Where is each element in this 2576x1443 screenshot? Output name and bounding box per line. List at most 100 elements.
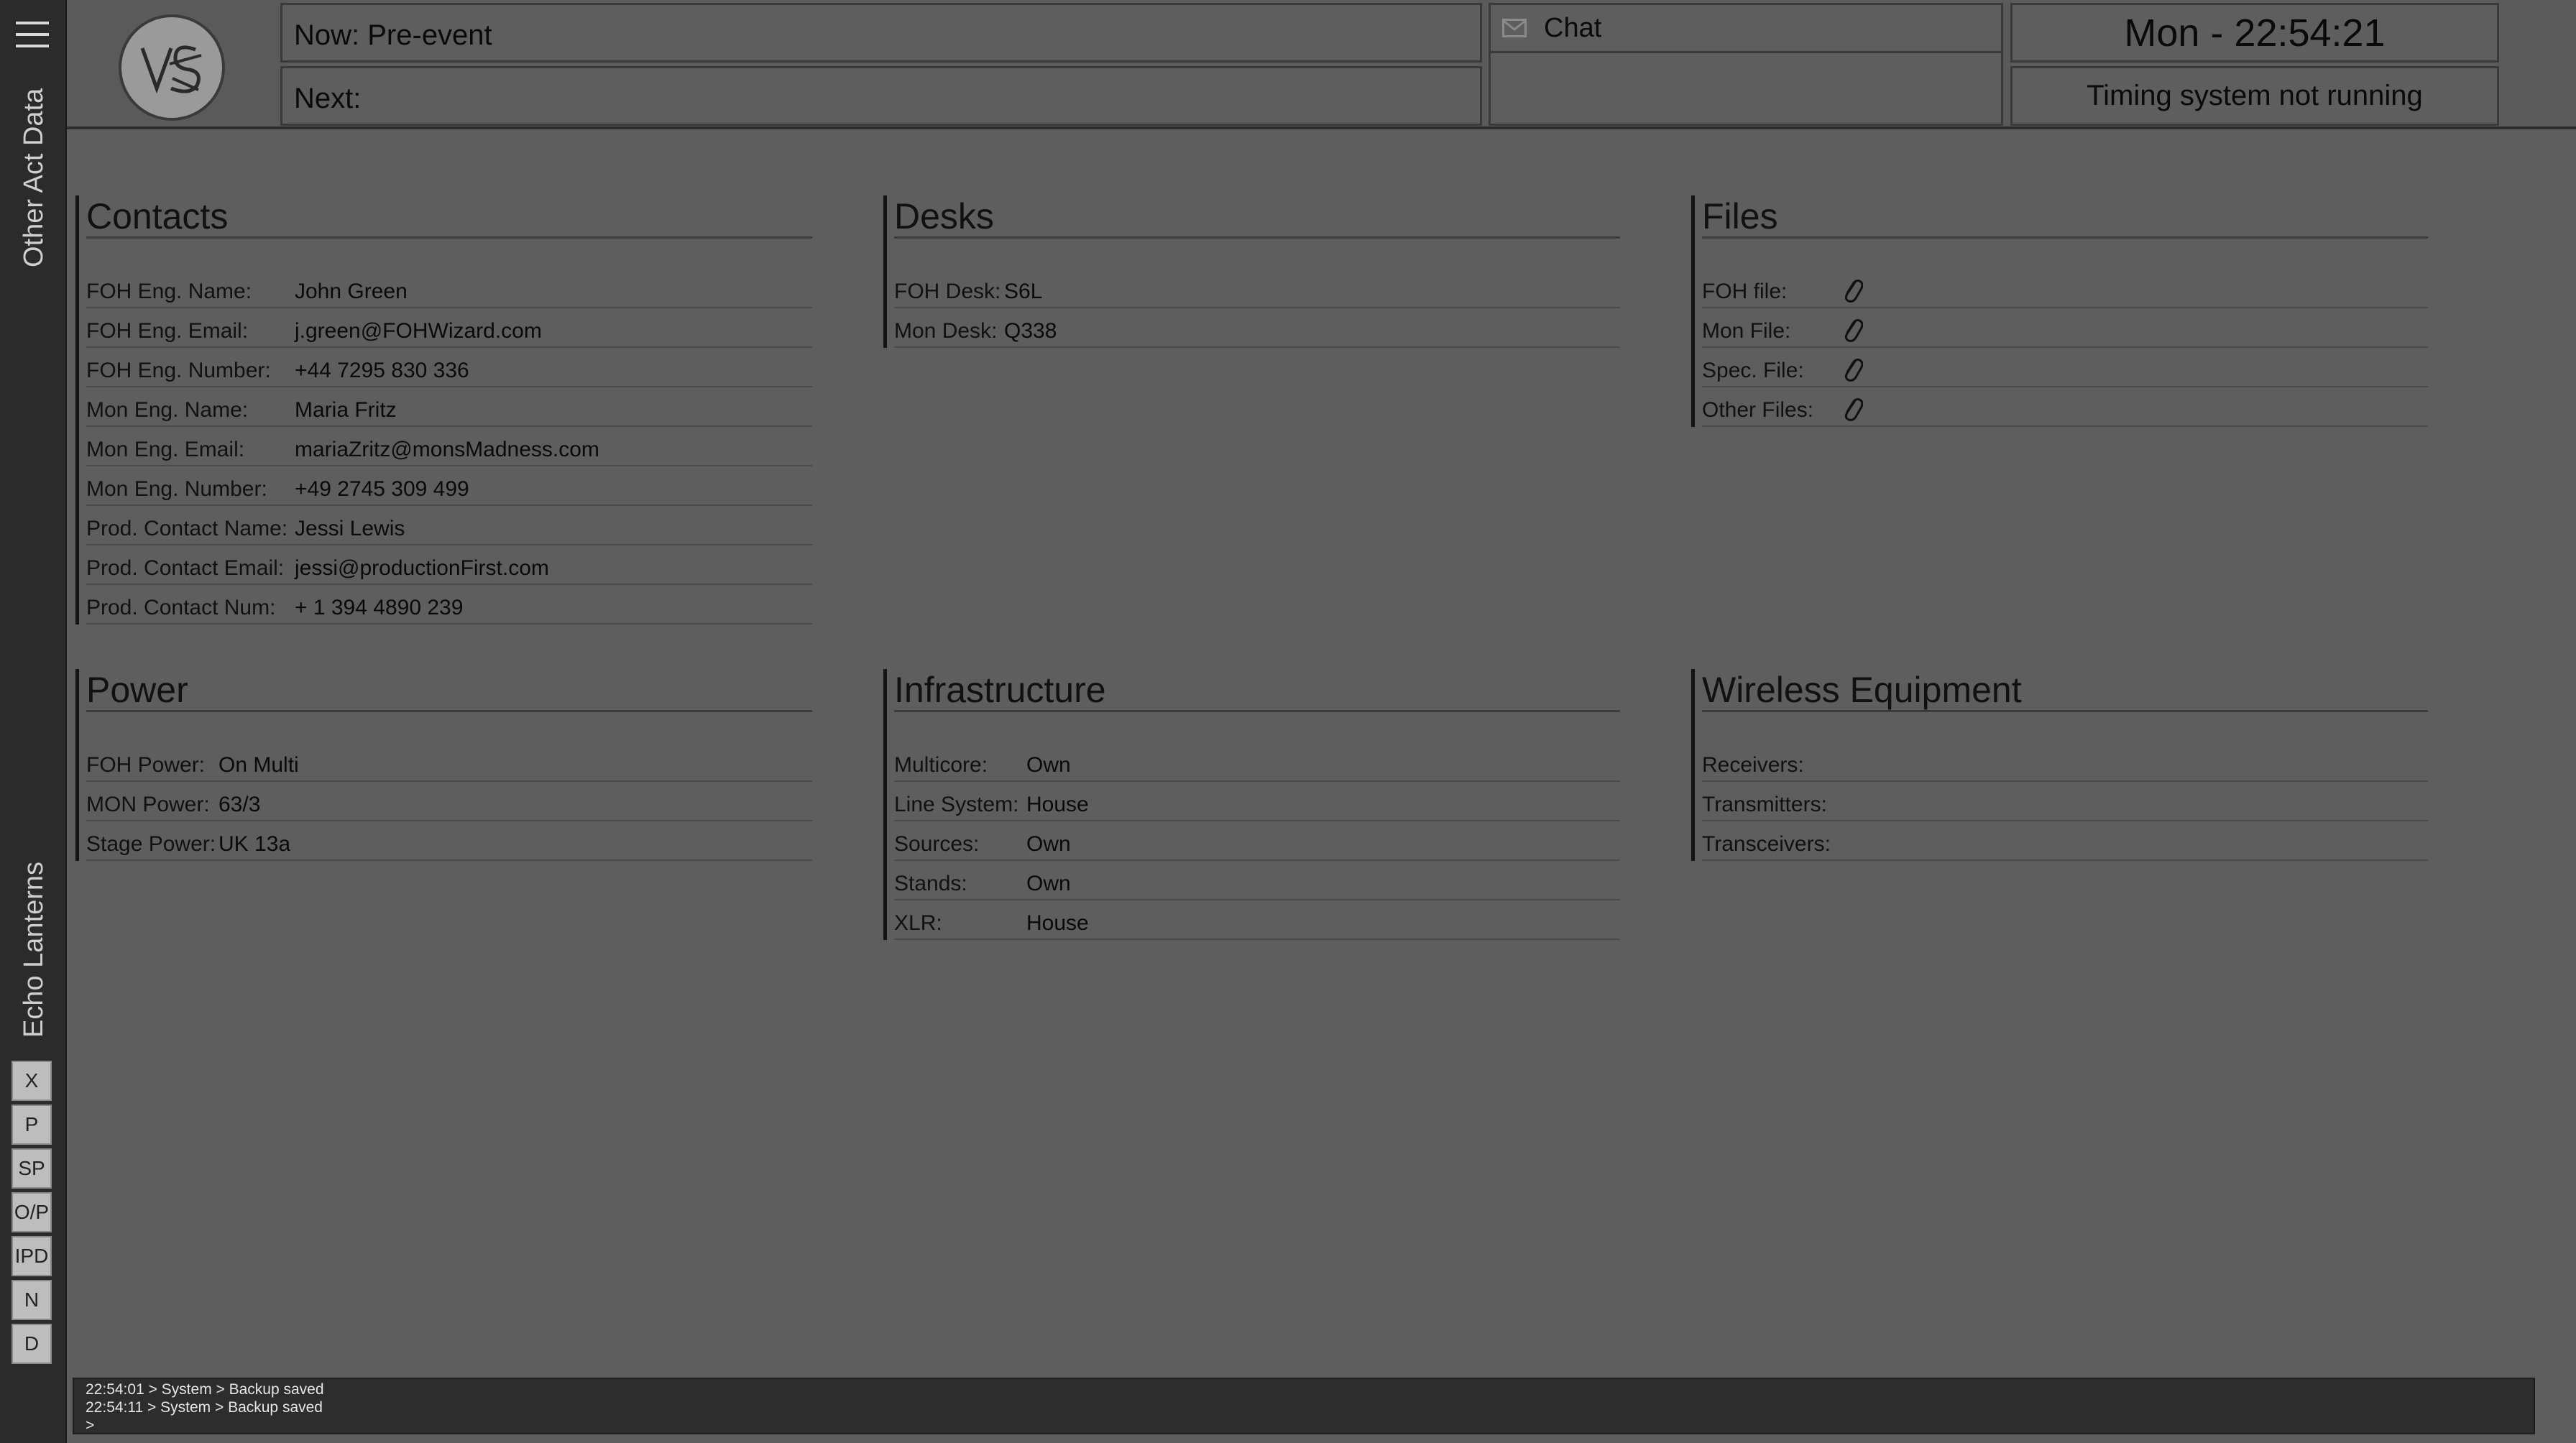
now-field: Now: Pre-event [280,3,1482,63]
sidebar-button-x[interactable]: X [12,1061,52,1101]
infrastructure-label: XLR: [894,911,942,935]
infrastructure-row: Multicore: Own [894,742,1620,782]
power-value[interactable]: 63/3 [218,793,260,817]
contact-value[interactable]: j.green@FOHWizard.com [295,319,542,344]
wireless-label: Transmitters: [1702,793,1827,816]
power-value[interactable]: UK 13a [218,832,290,857]
sidebar-button-op[interactable]: O/P [12,1192,52,1232]
contact-value[interactable]: jessi@productionFirst.com [295,556,549,581]
desk-row: FOH Desk: S6L [894,269,1620,308]
contact-row: Prod. Contact Name: Jessi Lewis [86,506,812,545]
contact-label: Prod. Contact Email: [86,556,285,580]
hamburger-icon[interactable] [16,22,49,49]
contact-row: Prod. Contact Email: jessi@productionFirs… [86,545,812,585]
contact-row: FOH Eng. Email: j.green@FOHWizard.com [86,308,812,348]
wireless-row: Transceivers: [1702,821,2428,861]
contact-row: FOH Eng. Name: John Green [86,269,812,308]
contact-row: Prod. Contact Num: + 1 394 4890 239 [86,585,812,624]
infrastructure-label: Stands: [894,872,967,895]
envelope-icon [1502,19,1527,37]
chat-header[interactable]: Chat [1491,5,2001,53]
console-log[interactable]: 22:54:01 > System > Backup saved 22:54:1… [73,1378,2535,1434]
contact-row: Mon Eng. Email: mariaZritz@monsMadness.co… [86,427,812,466]
console-prompt[interactable]: > [86,1416,2534,1434]
wireless-title: Wireless Equipment [1702,669,2428,712]
infrastructure-value[interactable]: Own [1026,753,1071,778]
paperclip-icon[interactable] [1841,315,1863,344]
power-title: Power [86,669,812,712]
file-label: FOH file: [1702,280,1788,303]
contact-value[interactable]: +49 2745 309 499 [295,477,469,502]
file-row: Other Files: [1702,387,2428,427]
app-window: Other Act Data Echo Lanterns X P SP O/P … [0,0,2576,1443]
infrastructure-row: XLR: House [894,900,1620,940]
wireless-row: Receivers: [1702,742,2428,782]
chat-label: Chat [1544,12,1602,43]
contact-label: Mon Eng. Number: [86,477,267,501]
next-field: Next: [280,66,1482,126]
sidebar: Other Act Data Echo Lanterns X P SP O/P … [0,0,67,1443]
contact-label: Mon Eng. Name: [86,398,249,422]
power-value[interactable]: On Multi [218,753,299,778]
desk-value[interactable]: S6L [1004,280,1042,304]
contact-label: FOH Eng. Name: [86,280,252,303]
files-title: Files [1702,195,2428,239]
paperclip-icon[interactable] [1841,354,1863,383]
console-line: 22:54:11 > System > Backup saved [86,1399,323,1416]
sidebar-button-ipd[interactable]: IPD [12,1236,52,1276]
infrastructure-value[interactable]: House [1026,911,1089,936]
contact-value[interactable]: John Green [295,280,408,304]
paperclip-icon[interactable] [1841,394,1863,423]
file-label: Other Files: [1702,398,1814,422]
contact-value[interactable]: Maria Fritz [295,398,397,423]
contacts-section: Contacts FOH Eng. Name: John Green FOH En… [75,195,812,624]
file-label: Mon File: [1702,319,1791,343]
wireless-row: Transmitters: [1702,782,2428,821]
desk-label: Mon Desk: [894,319,998,343]
contact-label: Mon Eng. Email: [86,438,245,461]
infrastructure-row: Stands: Own [894,861,1620,900]
console-line: 22:54:01 > System > Backup saved [86,1381,324,1398]
contact-value[interactable]: mariaZritz@monsMadness.com [295,438,599,462]
wireless-label: Receivers: [1702,753,1804,777]
sidebar-button-sp[interactable]: SP [12,1148,52,1189]
timing-status: Timing system not running [2010,66,2499,126]
files-section: Files FOH file: Mon File: Spec. File: Ot… [1691,195,2428,427]
sidebar-button-p[interactable]: P [12,1105,52,1145]
desks-title: Desks [894,195,1620,239]
file-row: Mon File: [1702,308,2428,348]
contact-label: FOH Eng. Number: [86,359,271,382]
power-label: MON Power: [86,793,210,816]
paperclip-icon[interactable] [1841,275,1863,304]
contact-label: FOH Eng. Email: [86,319,249,343]
chat-panel[interactable]: Chat [1489,3,2003,126]
power-section: Power FOH Power: On Multi MON Power: 63/3 … [75,669,812,861]
power-row: MON Power: 63/3 [86,782,812,821]
contact-value[interactable]: +44 7295 830 336 [295,359,469,383]
file-row: Spec. File: [1702,348,2428,387]
power-label: Stage Power: [86,832,216,856]
contact-row: Mon Eng. Number: +49 2745 309 499 [86,466,812,506]
contacts-title: Contacts [86,195,812,239]
sidebar-button-d[interactable]: D [12,1324,52,1364]
infrastructure-label: Sources: [894,832,980,856]
clock-display: Mon - 22:54:21 [2010,3,2499,63]
sidebar-label-act-name[interactable]: Echo Lanterns [19,862,50,1038]
infrastructure-value[interactable]: Own [1026,832,1071,857]
infrastructure-label: Multicore: [894,753,988,777]
power-label: FOH Power: [86,753,206,777]
desk-value[interactable]: Q338 [1004,319,1057,344]
contact-label: Prod. Contact Num: [86,596,276,619]
contact-value[interactable]: + 1 394 4890 239 [295,596,463,620]
infrastructure-value[interactable]: House [1026,793,1089,817]
sidebar-button-n[interactable]: N [12,1280,52,1320]
infrastructure-row: Line System: House [894,782,1620,821]
infrastructure-value[interactable]: Own [1026,872,1071,896]
sidebar-label-other-act-data[interactable]: Other Act Data [19,88,50,267]
infrastructure-label: Line System: [894,793,1019,816]
contact-value[interactable]: Jessi Lewis [295,517,405,541]
infrastructure-title: Infrastructure [894,669,1620,712]
wireless-label: Transceivers: [1702,832,1831,856]
contact-row: Mon Eng. Name: Maria Fritz [86,387,812,427]
file-label: Spec. File: [1702,359,1804,382]
